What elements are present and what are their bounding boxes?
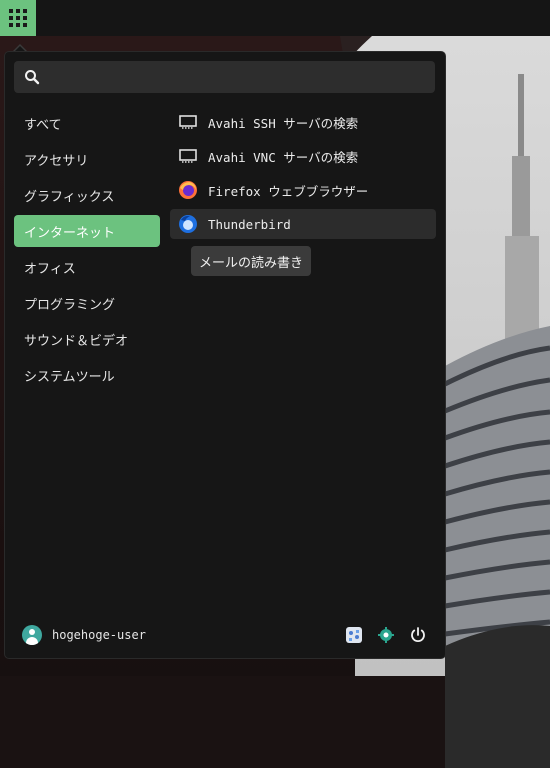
category-label: サウンド＆ビデオ — [24, 333, 129, 349]
lock-screen-button[interactable] — [375, 624, 397, 646]
category-label: すべて — [24, 117, 62, 133]
category-programming[interactable]: プログラミング — [14, 287, 160, 319]
category-system-tools[interactable]: システムツール — [14, 359, 160, 391]
category-list: すべて アクセサリ グラフィックス インターネット オフィス プログラミング サ… — [14, 107, 160, 395]
app-label: Thunderbird — [208, 216, 291, 232]
category-label: オフィス — [24, 261, 76, 277]
network-icon — [178, 112, 198, 132]
category-label: グラフィックス — [24, 189, 115, 205]
search-box[interactable] — [14, 61, 435, 93]
app-label: Firefox ウェブブラウザー — [208, 183, 369, 199]
category-internet[interactable]: インターネット — [14, 215, 160, 247]
applications-menu-button[interactable] — [0, 0, 36, 36]
network-icon — [178, 146, 198, 166]
avatar-icon — [22, 625, 42, 645]
category-sound-video[interactable]: サウンド＆ビデオ — [14, 323, 160, 355]
app-thunderbird[interactable]: Thunderbird — [170, 209, 436, 239]
category-label: プログラミング — [24, 297, 116, 313]
settings-manager-button[interactable] — [343, 624, 365, 646]
category-office[interactable]: オフィス — [14, 251, 160, 283]
thunderbird-icon — [178, 214, 198, 234]
lock-screen-icon — [378, 627, 394, 643]
app-label: Avahi SSH サーバの検索 — [208, 115, 359, 131]
whisker-menu: すべて アクセサリ グラフィックス インターネット オフィス プログラミング サ… — [5, 52, 445, 658]
top-panel — [0, 0, 550, 36]
tooltip-text: メールの読み書き — [199, 255, 304, 271]
category-label: システムツール — [24, 369, 115, 385]
app-firefox[interactable]: Firefox ウェブブラウザー — [170, 175, 436, 205]
firefox-icon — [178, 180, 198, 200]
category-graphics[interactable]: グラフィックス — [14, 179, 160, 211]
power-button[interactable] — [407, 624, 429, 646]
category-accessories[interactable]: アクセサリ — [14, 143, 160, 175]
app-label: Avahi VNC サーバの検索 — [208, 149, 359, 165]
menu-actions — [333, 624, 429, 646]
app-tooltip: メールの読み書き — [191, 246, 312, 276]
category-all[interactable]: すべて — [14, 107, 160, 139]
app-avahi-vnc[interactable]: Avahi VNC サーバの検索 — [170, 141, 436, 171]
application-list: Avahi SSH サーバの検索 Avahi VNC サーバの検索 Firefo… — [170, 107, 436, 243]
app-avahi-ssh[interactable]: Avahi SSH サーバの検索 — [170, 107, 436, 137]
grid-icon — [9, 9, 27, 27]
power-icon — [411, 627, 425, 642]
search-input[interactable] — [48, 65, 432, 91]
settings-manager-icon — [346, 627, 362, 643]
category-label: アクセサリ — [24, 153, 89, 169]
user-info: hogehoge-user — [22, 622, 146, 648]
user-name: hogehoge-user — [52, 628, 146, 642]
search-icon — [25, 70, 40, 85]
category-label: インターネット — [24, 225, 116, 241]
